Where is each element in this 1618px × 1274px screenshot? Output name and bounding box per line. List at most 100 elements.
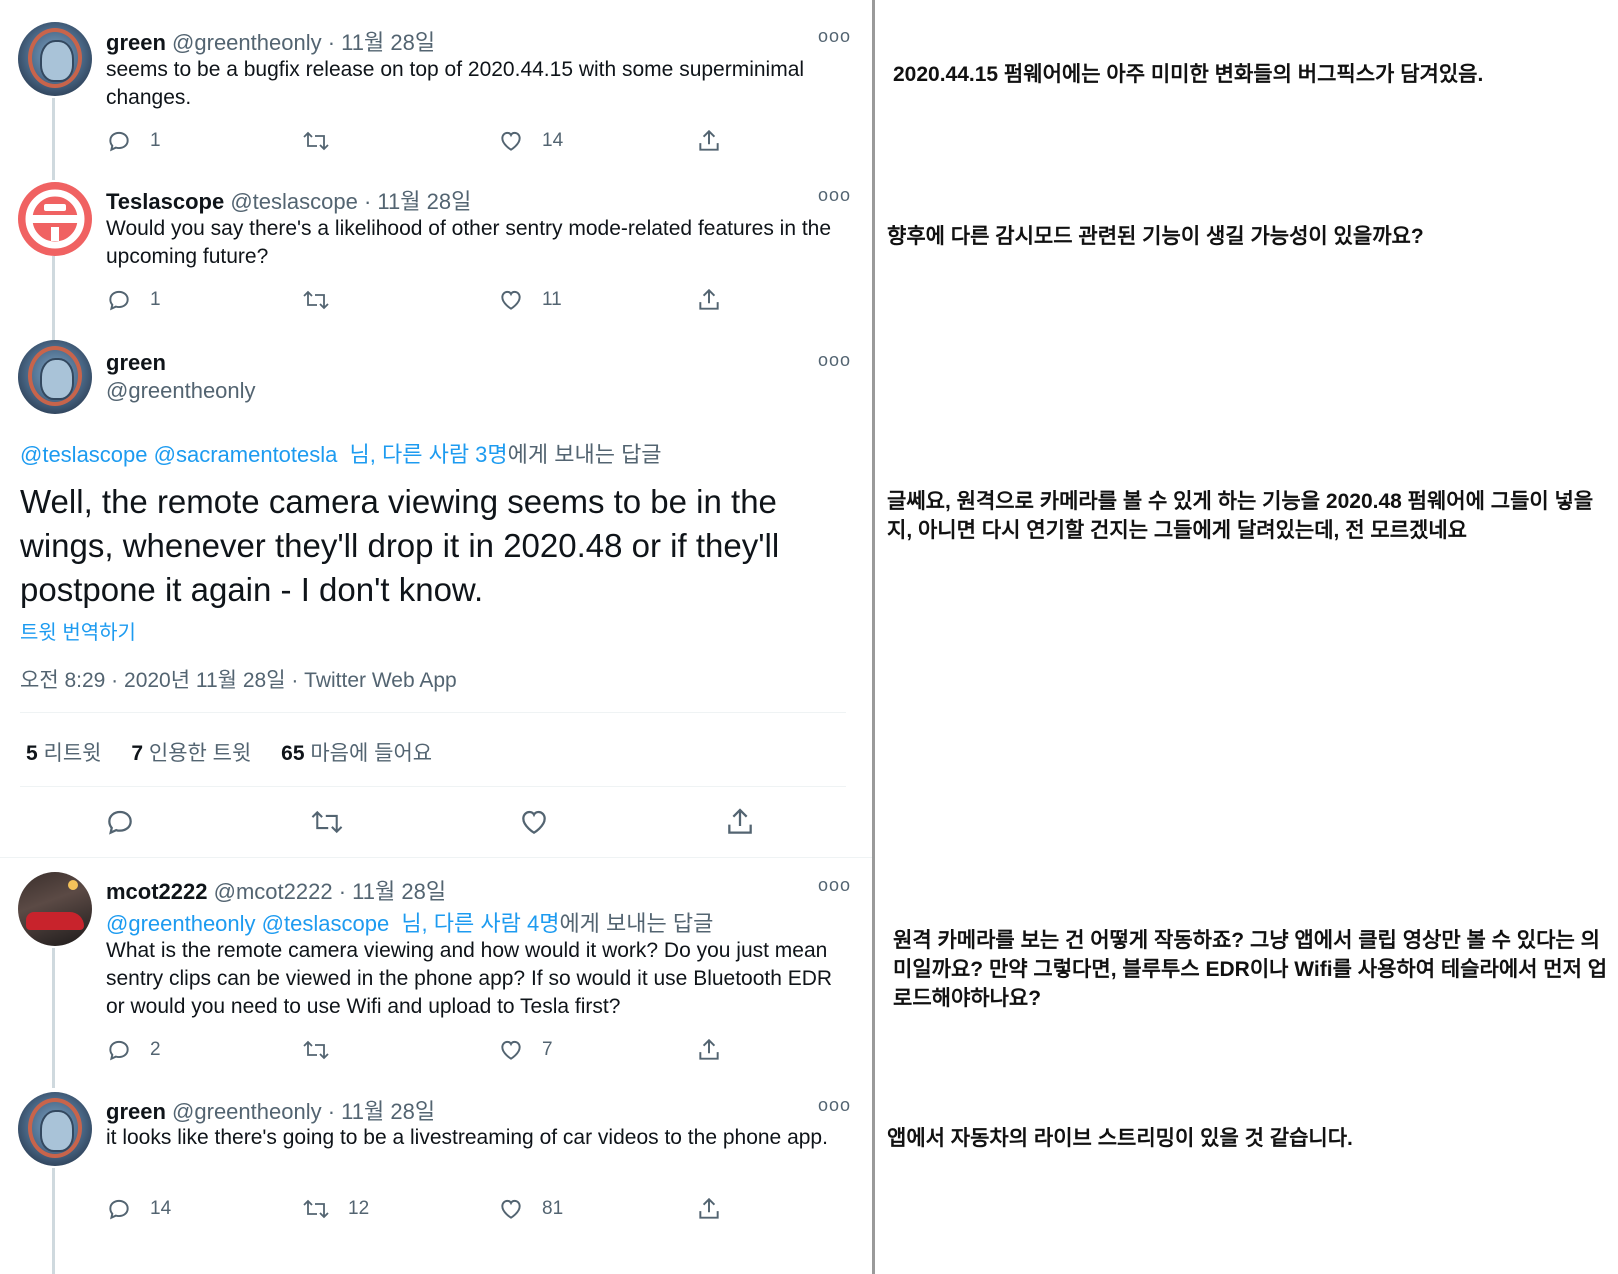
share-icon	[699, 1038, 719, 1060]
avatar[interactable]	[18, 182, 92, 256]
user-handle[interactable]: @mcot2222	[214, 879, 333, 904]
retweet-stat-count: 5	[26, 742, 38, 765]
avatar[interactable]	[18, 1092, 92, 1166]
tweet-date[interactable]: 11월 28일	[352, 879, 446, 904]
like-stat[interactable]: 65 마음에 들어요	[281, 742, 432, 765]
separator: ·	[332, 879, 353, 904]
reply-icon	[108, 810, 132, 835]
more-icon[interactable]: ooo	[818, 1095, 851, 1116]
more-icon[interactable]: ooo	[818, 26, 851, 47]
tweet-date[interactable]: 11월 28일	[341, 30, 435, 55]
like-button[interactable]: 7	[498, 1035, 553, 1065]
main-tweet-name: green	[106, 350, 166, 376]
reply-button[interactable]: 2	[106, 1035, 161, 1065]
retweet-icon	[303, 131, 329, 151]
separator: ·	[357, 189, 378, 214]
avatar[interactable]	[18, 340, 92, 414]
like-button[interactable]: 14	[498, 126, 563, 156]
tweet-actions: 14 12 81	[106, 1194, 746, 1224]
reply-button[interactable]: 14	[106, 1194, 171, 1224]
display-name[interactable]: mcot2222	[106, 879, 208, 904]
like-button[interactable]	[518, 804, 550, 840]
share-button[interactable]	[724, 804, 756, 840]
like-stat-label: 마음에 들어요	[310, 742, 433, 765]
retweet-button[interactable]	[302, 285, 348, 315]
thread-line	[52, 948, 55, 1088]
display-name[interactable]: green	[106, 350, 166, 375]
like-button[interactable]: 11	[498, 285, 562, 315]
retweet-stat[interactable]: 5 리트윗	[26, 742, 102, 765]
other-recipients-link[interactable]: 님, 다른 사람 4명	[401, 911, 559, 936]
tweet-text: it looks like there's going to be a live…	[106, 1126, 828, 1149]
reply-icon	[109, 1040, 129, 1061]
reply-context: @greentheonly @teslascope 님, 다른 사람 4명에게 …	[106, 906, 713, 938]
display-name[interactable]: green	[106, 30, 166, 55]
mention-link[interactable]: @greentheonly	[106, 911, 256, 936]
divider	[0, 857, 872, 858]
main-tweet-handle: @greentheonly	[106, 378, 256, 404]
tweet-text: Would you say there's a likelihood of ot…	[106, 217, 832, 268]
user-handle[interactable]: @greentheonly	[172, 30, 322, 55]
reply-button[interactable]: 1	[106, 126, 161, 156]
translation-3: 글쎄요, 원격으로 카메라를 볼 수 있게 하는 기능을 2020.48 펌웨어…	[887, 490, 1594, 542]
reply-suffix: 에게 보내는 답글	[507, 442, 662, 467]
retweet-icon	[303, 1040, 329, 1060]
mention-link[interactable]: @teslascope	[262, 911, 390, 936]
like-count: 7	[542, 1039, 553, 1060]
separator: ·	[321, 30, 342, 55]
share-button[interactable]	[696, 126, 722, 156]
share-icon	[699, 1197, 719, 1219]
retweet-button[interactable]: 12	[302, 1194, 369, 1224]
tweet-stats: 5 리트윗 7 인용한 트윗 65 마음에 들어요	[26, 737, 456, 767]
tweet-date[interactable]: 11월 28일	[341, 1099, 435, 1124]
like-icon	[501, 290, 521, 310]
reply-count: 1	[150, 289, 161, 310]
translation-4: 원격 카메라를 보는 건 어떻게 작동하죠? 그냥 앱에서 클립 영상만 볼 수…	[893, 929, 1608, 1010]
translation-panel: 2020.44.15 펌웨어에는 아주 미미한 변화들의 버그픽스가 담겨있음.…	[875, 0, 1618, 1274]
thread-line	[52, 256, 55, 340]
like-icon	[501, 1199, 521, 1219]
share-button[interactable]	[696, 285, 722, 315]
reply-count: 14	[150, 1198, 172, 1219]
divider	[20, 786, 846, 787]
user-handle[interactable]: @teslascope	[230, 189, 358, 214]
like-button[interactable]: 81	[498, 1194, 563, 1224]
reply-icon	[109, 1199, 129, 1220]
display-name[interactable]: Teslascope	[106, 189, 224, 214]
retweet-button[interactable]	[302, 126, 348, 156]
reply-button[interactable]	[104, 804, 136, 840]
quote-stat[interactable]: 7 인용한 트윗	[131, 742, 251, 765]
display-name[interactable]: green	[106, 1099, 166, 1124]
divider	[20, 712, 846, 713]
main-tweet-actions	[100, 804, 800, 840]
like-stat-count: 65	[281, 742, 305, 765]
thread-line	[52, 1168, 55, 1274]
reply-icon	[109, 290, 129, 311]
reply-button[interactable]: 1	[106, 285, 161, 315]
share-button[interactable]	[696, 1035, 722, 1065]
share-icon	[728, 808, 752, 834]
avatar[interactable]	[18, 22, 92, 96]
like-count: 14	[542, 130, 564, 151]
mention-link[interactable]: @sacramentotesla	[154, 442, 338, 467]
tweet-actions: 1 11	[106, 285, 746, 315]
retweet-stat-label: 리트윗	[43, 742, 102, 765]
mention-link[interactable]: @teslascope	[20, 442, 148, 467]
more-icon[interactable]: ooo	[818, 875, 851, 896]
share-button[interactable]	[696, 1194, 722, 1224]
avatar[interactable]	[18, 872, 92, 946]
tweet-header: Teslascope @teslascope · 11월 28일	[106, 184, 471, 216]
more-icon[interactable]: ooo	[818, 350, 851, 371]
user-handle[interactable]: @greentheonly	[172, 1099, 322, 1124]
like-icon	[522, 810, 546, 834]
like-icon	[501, 131, 521, 151]
more-icon[interactable]: ooo	[818, 185, 851, 206]
other-recipients-link[interactable]: 님, 다른 사람 3명	[350, 442, 508, 467]
translate-tweet-link[interactable]: 트윗 번역하기	[20, 616, 136, 645]
translation-1: 2020.44.15 펌웨어에는 아주 미미한 변화들의 버그픽스가 담겨있음.	[893, 63, 1484, 86]
retweet-button[interactable]	[302, 1035, 348, 1065]
user-handle[interactable]: @greentheonly	[106, 378, 256, 403]
tweet-meta[interactable]: 오전 8:29 · 2020년 11월 28일 · Twitter Web Ap…	[20, 664, 457, 694]
retweet-button[interactable]	[310, 804, 344, 840]
tweet-date[interactable]: 11월 28일	[377, 189, 471, 214]
